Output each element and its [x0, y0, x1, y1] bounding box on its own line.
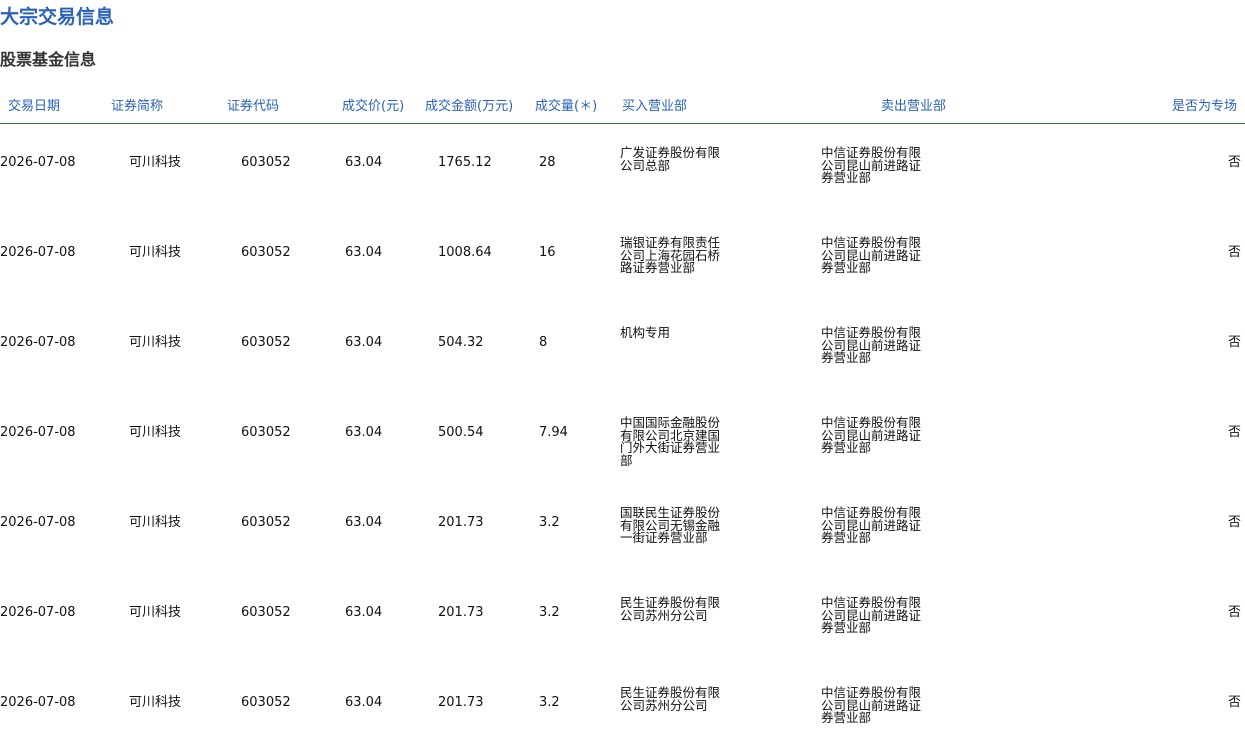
cell-security-code: 603052	[241, 695, 291, 710]
cell-price: 63.04	[345, 515, 383, 530]
table-row: 2026-07-08 可川科技 603052 63.04 201.73 3.2 …	[0, 664, 1245, 754]
cell-sell-branch: 中信证券股份有限公司昆山前进路证券营业部	[821, 505, 922, 545]
cell-sell-branch: 中信证券股份有限公司昆山前进路证券营业部	[821, 415, 922, 455]
cell-trade-date: 2026-07-08	[0, 335, 76, 350]
section-title: 股票基金信息	[0, 50, 97, 69]
cell-security-code: 603052	[241, 155, 291, 170]
cell-security-name: 可川科技	[129, 335, 182, 350]
cell-volume: 8	[539, 335, 548, 350]
cell-security-name: 可川科技	[129, 515, 182, 530]
cell-security-name: 可川科技	[129, 245, 182, 260]
cell-buy-branch: 广发证券股份有限公司总部	[620, 145, 721, 173]
cell-buy-branch: 民生证券股份有限公司苏州分公司	[620, 685, 721, 713]
table-header: 交易日期 证券简称 证券代码 成交价(元) 成交金额(万元) 成交量(＊) 买入…	[0, 95, 1245, 124]
cell-price: 63.04	[345, 605, 383, 620]
cell-price: 63.04	[345, 425, 383, 440]
header-special-session[interactable]: 是否为专场	[1172, 98, 1237, 116]
table-body: 2026-07-08 可川科技 603052 63.04 1765.12 28 …	[0, 124, 1245, 754]
cell-buy-branch: 国联民生证券股份有限公司无锡金融一街证券营业部	[620, 505, 721, 545]
cell-amount: 201.73	[438, 515, 484, 530]
cell-security-name: 可川科技	[129, 695, 182, 710]
cell-amount: 1008.64	[438, 245, 492, 260]
table-row: 2026-07-08 可川科技 603052 63.04 500.54 7.94…	[0, 394, 1245, 484]
cell-buy-branch: 民生证券股份有限公司苏州分公司	[620, 595, 721, 623]
table-row: 2026-07-08 可川科技 603052 63.04 1765.12 28 …	[0, 124, 1245, 214]
cell-amount: 1765.12	[438, 155, 492, 170]
cell-price: 63.04	[345, 245, 383, 260]
header-amount[interactable]: 成交金额(万元)	[425, 98, 513, 116]
cell-security-code: 603052	[241, 605, 291, 620]
cell-special-session: 否	[1227, 425, 1241, 440]
cell-trade-date: 2026-07-08	[0, 155, 76, 170]
cell-volume: 7.94	[539, 425, 568, 440]
cell-security-code: 603052	[241, 425, 291, 440]
cell-amount: 504.32	[438, 335, 484, 350]
cell-special-session: 否	[1227, 335, 1241, 350]
cell-security-code: 603052	[241, 335, 291, 350]
cell-volume: 28	[539, 155, 556, 170]
cell-volume: 3.2	[539, 605, 560, 620]
cell-sell-branch: 中信证券股份有限公司昆山前进路证券营业部	[821, 235, 922, 275]
cell-security-name: 可川科技	[129, 155, 182, 170]
cell-sell-branch: 中信证券股份有限公司昆山前进路证券营业部	[821, 595, 922, 635]
table-row: 2026-07-08 可川科技 603052 63.04 504.32 8 机构…	[0, 304, 1245, 394]
cell-special-session: 否	[1227, 695, 1241, 710]
cell-price: 63.04	[345, 335, 383, 350]
cell-special-session: 否	[1227, 605, 1241, 620]
cell-security-code: 603052	[241, 245, 291, 260]
header-security-code[interactable]: 证券代码	[227, 98, 279, 116]
cell-trade-date: 2026-07-08	[0, 245, 76, 260]
header-security-name[interactable]: 证券简称	[111, 98, 163, 116]
cell-trade-date: 2026-07-08	[0, 605, 76, 620]
header-buy-branch[interactable]: 买入营业部	[622, 98, 687, 116]
cell-volume: 3.2	[539, 515, 560, 530]
cell-buy-branch: 机构专用	[620, 325, 671, 340]
cell-trade-date: 2026-07-08	[0, 425, 76, 440]
cell-volume: 16	[539, 245, 556, 260]
cell-price: 63.04	[345, 695, 383, 710]
cell-security-code: 603052	[241, 515, 291, 530]
cell-security-name: 可川科技	[129, 605, 182, 620]
header-price[interactable]: 成交价(元)	[342, 98, 404, 116]
header-volume[interactable]: 成交量(＊)	[535, 98, 597, 116]
cell-special-session: 否	[1227, 245, 1241, 260]
cell-amount: 201.73	[438, 695, 484, 710]
header-sell-branch[interactable]: 卖出营业部	[881, 98, 946, 116]
cell-sell-branch: 中信证券股份有限公司昆山前进路证券营业部	[821, 145, 922, 185]
cell-amount: 500.54	[438, 425, 484, 440]
table-row: 2026-07-08 可川科技 603052 63.04 201.73 3.2 …	[0, 484, 1245, 574]
cell-sell-branch: 中信证券股份有限公司昆山前进路证券营业部	[821, 685, 922, 725]
cell-buy-branch: 瑞银证券有限责任公司上海花园石桥路证券营业部	[620, 235, 721, 275]
cell-volume: 3.2	[539, 695, 560, 710]
table-row: 2026-07-08 可川科技 603052 63.04 201.73 3.2 …	[0, 574, 1245, 664]
header-trade-date[interactable]: 交易日期	[8, 98, 60, 116]
cell-trade-date: 2026-07-08	[0, 515, 76, 530]
cell-sell-branch: 中信证券股份有限公司昆山前进路证券营业部	[821, 325, 922, 365]
cell-amount: 201.73	[438, 605, 484, 620]
cell-special-session: 否	[1227, 155, 1241, 170]
cell-security-name: 可川科技	[129, 425, 182, 440]
cell-price: 63.04	[345, 155, 383, 170]
table-row: 2026-07-08 可川科技 603052 63.04 1008.64 16 …	[0, 214, 1245, 304]
cell-trade-date: 2026-07-08	[0, 695, 76, 710]
page-title: 大宗交易信息	[0, 6, 115, 28]
cell-special-session: 否	[1227, 515, 1241, 530]
cell-buy-branch: 中国国际金融股份有限公司北京建国门外大街证券营业部	[620, 415, 721, 468]
block-trade-page: 大宗交易信息 股票基金信息 交易日期 证券简称 证券代码 成交价(元) 成交金额…	[0, 0, 1245, 754]
